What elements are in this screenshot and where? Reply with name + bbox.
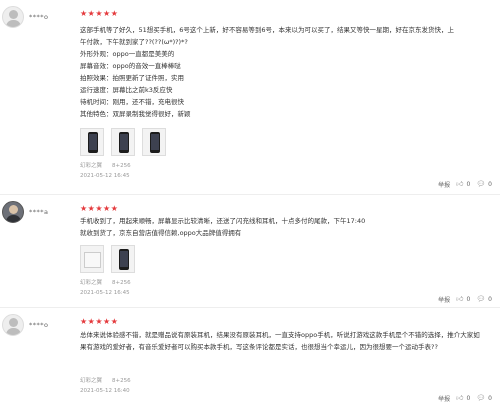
product-color: 幻彩之翼 [80,280,103,286]
user-info: ****a [2,201,48,223]
review-actions: 举报 👍︎ 0 💬︎ 0 [438,180,492,190]
user-info: ****o [2,314,48,336]
product-color: 幻彩之翼 [80,163,103,169]
review-actions: 举报 👍︎ 0 💬︎ 0 [438,295,492,305]
review-meta: 幻彩之翼 8+256 2021-05-12 16:45 [80,278,131,298]
review-text-line: 待机时间：刚用，还不错，充电很快 [80,98,184,106]
reply-count: 0 [488,181,492,188]
star-rating: ★★★★★ [80,317,119,326]
review-text-line: 就收到货了，京东自营店值得信赖,oppo大品牌值得拥有 [80,229,242,237]
reply-count: 0 [488,395,492,402]
report-link[interactable]: 举报 [438,295,450,304]
reply-button[interactable]: 💬︎ 0 [476,295,492,304]
review-date: 2021-05-12 16:45 [80,290,130,296]
review-item: ****a ★★★★★ 手机收到了，用起来顺畅，屏幕显示比较清晰，还送了闪充线和… [0,195,500,308]
product-color: 幻彩之翼 [80,378,103,384]
comment-icon: 💬︎ [476,394,486,402]
review-text-line: 这部手机等了好久，51想买手机，6号这个上新，好不容易等到6号，本来以为可以买了… [80,26,455,34]
report-link[interactable]: 举报 [438,180,450,189]
product-spec: 8+256 [112,163,131,169]
avatar[interactable] [2,6,24,28]
avatar[interactable] [2,201,24,223]
username: ****o [29,321,49,329]
like-button[interactable]: 👍︎ 0 [456,295,471,304]
review-text-line: 总体来说体验感不错，就是赠品说有原装耳机，结果没有原装耳机，一直支持oppo手机… [80,331,480,351]
review-thumbnail[interactable] [80,128,104,156]
review-text-line: 其他特色：双屏录制我觉得很好，新颖 [80,110,191,118]
like-count: 0 [466,395,471,402]
review-date: 2021-05-12 16:45 [80,173,130,179]
review-content: 总体来说体验感不错，就是赠品说有原装耳机，结果没有原装耳机，一直支持oppo手机… [80,329,485,353]
review-item: ****o ★★★★★ 这部手机等了好久，51想买手机，6号这个上新，好不容易等… [0,0,500,195]
username: ****o [29,13,49,21]
like-count: 0 [466,181,471,188]
review-content: 手机收到了，用起来顺畅，屏幕显示比较清晰，还送了闪充线和耳机，十点多付的尾款，下… [80,215,485,239]
review-thumbnail[interactable] [80,245,104,273]
review-thumbnail[interactable] [142,128,166,156]
review-actions: 举报 👍︎ 0 💬︎ 0 [438,394,492,404]
thumbs-up-icon: 👍︎ [456,180,464,188]
review-item: ****o ★★★★★ 总体来说体验感不错，就是赠品说有原装耳机，结果没有原装耳… [0,308,500,409]
review-meta: 幻彩之翼 8+256 2021-05-12 16:45 [80,161,131,181]
review-text-line: 运行速度：屏幕比之前k3反应快 [80,86,173,94]
like-button[interactable]: 👍︎ 0 [456,394,471,403]
review-text-line: 午付款，下午就到家了??(??(ω*)?)*? [80,38,188,46]
review-image-list [80,128,166,156]
reply-button[interactable]: 💬︎ 0 [476,180,492,189]
review-thumbnail[interactable] [111,245,135,273]
thumbs-up-icon: 👍︎ [456,295,464,303]
avatar[interactable] [2,314,24,336]
review-text-line: 手机收到了，用起来顺畅，屏幕显示比较清晰，还送了闪充线和耳机，十点多付的尾款，下… [80,217,366,225]
review-content: 这部手机等了好久，51想买手机，6号这个上新，好不容易等到6号，本来以为可以买了… [80,24,485,120]
user-info: ****o [2,6,48,28]
star-rating: ★★★★★ [80,9,119,18]
star-rating: ★★★★★ [80,204,119,213]
review-text-line: 屏幕音效：oppo的音效一直棒棒哒 [80,62,181,70]
comment-icon: 💬︎ [476,295,486,303]
review-text-line: 外形外观：oppo一直都是美美的 [80,50,175,58]
product-spec: 8+256 [112,280,131,286]
review-text-line: 拍照效果：拍照更新了证件照，实用 [80,74,184,82]
reply-button[interactable]: 💬︎ 0 [476,394,492,403]
comment-icon: 💬︎ [476,180,486,188]
like-count: 0 [466,296,471,303]
review-thumbnail[interactable] [111,128,135,156]
review-date: 2021-05-12 16:40 [80,388,130,394]
product-spec: 8+256 [112,378,131,384]
reply-count: 0 [488,296,492,303]
username: ****a [29,208,49,216]
report-link[interactable]: 举报 [438,394,450,403]
thumbs-up-icon: 👍︎ [456,394,464,402]
like-button[interactable]: 👍︎ 0 [456,180,471,189]
review-meta: 幻彩之翼 8+256 2021-05-12 16:40 [80,376,131,396]
review-image-list [80,245,135,273]
